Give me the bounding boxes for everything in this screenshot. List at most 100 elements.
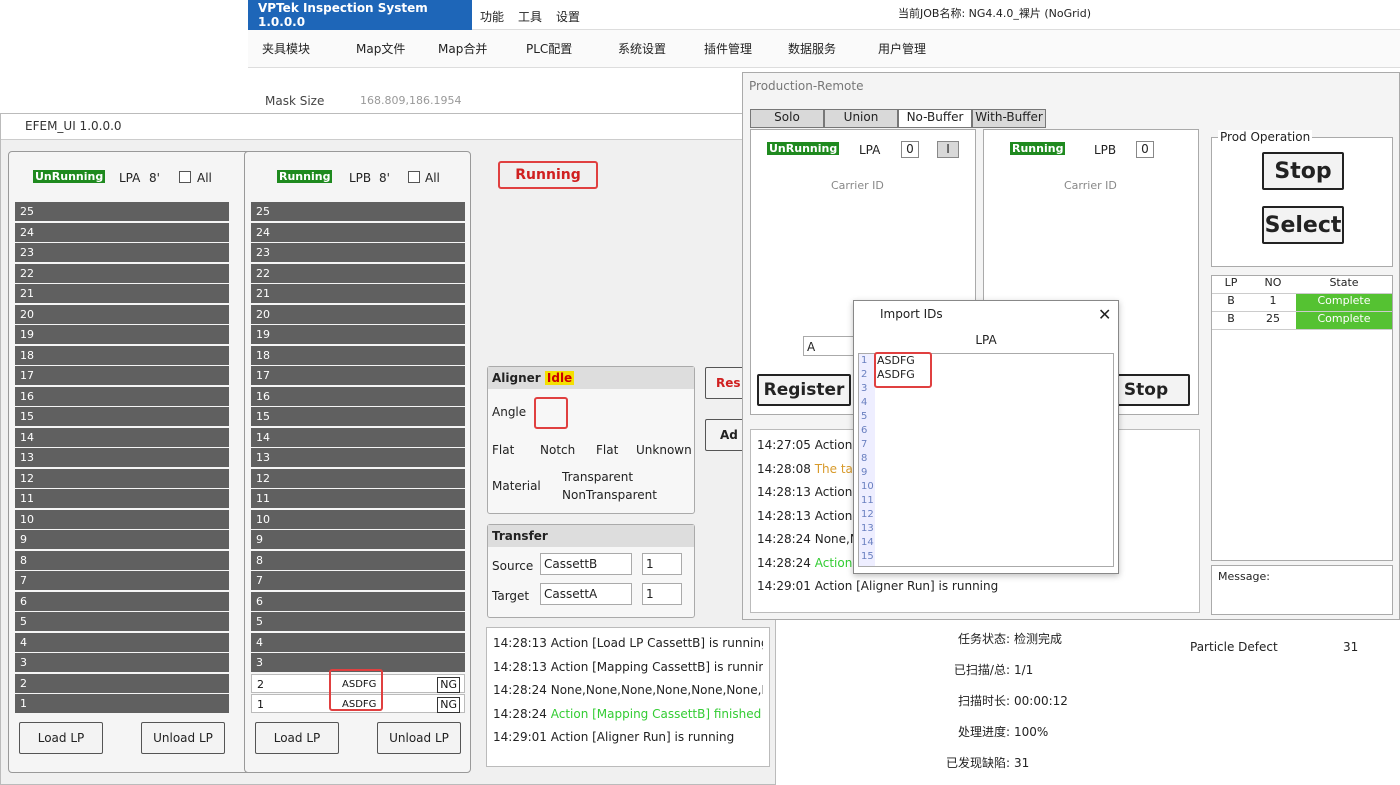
- slot-row[interactable]: 12: [251, 468, 465, 488]
- map-merge-button[interactable]: Map合并: [438, 40, 487, 57]
- map-file-button[interactable]: Map文件: [356, 40, 405, 57]
- tab-no-buffer[interactable]: No-Buffer: [898, 109, 972, 128]
- slot-row[interactable]: 18: [251, 345, 465, 365]
- menu-settings[interactable]: 设置: [556, 8, 580, 25]
- slot-row[interactable]: 11: [15, 489, 229, 508]
- tab-union[interactable]: Union: [824, 109, 898, 128]
- slot-row[interactable]: 8: [15, 550, 229, 570]
- slot-row[interactable]: 21: [15, 284, 229, 303]
- prod-lpa-flag[interactable]: I: [937, 141, 959, 158]
- slot-row[interactable]: 18: [15, 345, 229, 365]
- unknown-radio[interactable]: Unknown: [636, 443, 692, 457]
- slot-row[interactable]: 23: [251, 243, 465, 262]
- slot-row[interactable]: 6: [251, 591, 465, 611]
- slot-row[interactable]: 6: [15, 591, 229, 611]
- flat-radio[interactable]: Flat: [596, 443, 618, 457]
- log-entry: 14:28:24 Action [Mapping CassettB] finis…: [493, 707, 763, 721]
- slot-row[interactable]: 7: [251, 571, 465, 590]
- lpb-unload-button[interactable]: Unload LP: [377, 722, 461, 754]
- nontransparent-radio[interactable]: NonTransparent: [562, 488, 657, 502]
- slot-row[interactable]: 24: [251, 222, 465, 242]
- system-settings-button[interactable]: 系统设置: [618, 40, 666, 57]
- lpb-label: LPB: [349, 171, 372, 185]
- slot-row[interactable]: 21: [251, 284, 465, 303]
- transparent-radio[interactable]: Transparent: [562, 470, 633, 484]
- reset-button[interactable]: Res: [705, 367, 745, 399]
- source-select[interactable]: CassettB: [540, 553, 632, 575]
- add-button[interactable]: Ad: [705, 419, 745, 451]
- line-number: 8: [861, 453, 868, 464]
- target-select[interactable]: CassettA: [540, 583, 632, 605]
- select-button[interactable]: Select: [1262, 206, 1344, 244]
- slot-row[interactable]: 11: [251, 489, 465, 508]
- slot-row[interactable]: 2: [15, 673, 229, 693]
- slot-row[interactable]: 16: [15, 386, 229, 406]
- slot-row[interactable]: 3: [15, 653, 229, 672]
- slot-row[interactable]: 14: [251, 427, 465, 447]
- slot-row[interactable]: 17: [15, 366, 229, 385]
- slot-row[interactable]: 13: [15, 448, 229, 467]
- tab-with-buffer[interactable]: With-Buffer: [972, 109, 1046, 128]
- slot-row[interactable]: 22: [251, 263, 465, 283]
- slot-row[interactable]: 25: [251, 202, 465, 221]
- slot-row[interactable]: 9: [15, 530, 229, 549]
- lpb-load-button[interactable]: Load LP: [255, 722, 339, 754]
- slot-row[interactable]: 4: [251, 632, 465, 652]
- table-row[interactable]: B 25 Complete: [1212, 312, 1392, 330]
- source-slot-select[interactable]: 1: [642, 553, 682, 575]
- col-lp: LP: [1224, 276, 1238, 289]
- plc-config-button[interactable]: PLC配置: [526, 40, 572, 57]
- lpa-all-checkbox[interactable]: [179, 171, 191, 183]
- slot-row[interactable]: 20: [15, 304, 229, 324]
- prod-lpa-count: 0: [901, 141, 919, 158]
- menu-function[interactable]: 功能: [480, 8, 504, 25]
- slot-row[interactable]: 23: [15, 243, 229, 262]
- slot-row[interactable]: 25: [15, 202, 229, 221]
- user-mgmt-button[interactable]: 用户管理: [878, 40, 926, 57]
- slot-row[interactable]: 17: [251, 366, 465, 385]
- target-slot-select[interactable]: 1: [642, 583, 682, 605]
- slot-row[interactable]: 10: [251, 509, 465, 529]
- table-row[interactable]: B 1 Complete: [1212, 294, 1392, 312]
- slot-row[interactable]: 20: [251, 304, 465, 324]
- line-number: 9: [861, 467, 868, 478]
- plugin-button[interactable]: 插件管理: [704, 40, 752, 57]
- data-service-button[interactable]: 数据服务: [788, 40, 836, 57]
- slot-row[interactable]: 12: [15, 468, 229, 488]
- material-label: Material: [492, 479, 541, 493]
- slot-row[interactable]: 16: [251, 386, 465, 406]
- line-number: 4: [861, 397, 868, 408]
- slot-row[interactable]: 15: [251, 407, 465, 426]
- slot-row[interactable]: 13: [251, 448, 465, 467]
- stat-value: 检测完成: [1014, 632, 1063, 646]
- slot-row[interactable]: 22: [15, 263, 229, 283]
- lpb-all-checkbox[interactable]: [408, 171, 420, 183]
- lpa-unload-button[interactable]: Unload LP: [141, 722, 225, 754]
- close-icon[interactable]: ✕: [1098, 305, 1111, 324]
- slot-row[interactable]: 5: [251, 612, 465, 631]
- stop-button[interactable]: Stop: [1262, 152, 1344, 190]
- tab-solo[interactable]: Solo: [750, 109, 824, 128]
- angle-option-selected[interactable]: [534, 397, 568, 429]
- slot-row[interactable]: 8: [251, 550, 465, 570]
- slot-row[interactable]: 10: [15, 509, 229, 529]
- slot-row[interactable]: 4: [15, 632, 229, 652]
- slot-row[interactable]: 14: [15, 427, 229, 447]
- slot-row[interactable]: 9: [251, 530, 465, 549]
- log-entry: 14:28:13 Action [Load LP CassettB] is ru…: [493, 636, 763, 650]
- fixture-button[interactable]: 夹具模块: [262, 40, 310, 57]
- slot-row[interactable]: 19: [251, 325, 465, 344]
- slot-row[interactable]: 15: [15, 407, 229, 426]
- lpa-load-button[interactable]: Load LP: [19, 722, 103, 754]
- slot-row[interactable]: 7: [15, 571, 229, 590]
- log-time: 14:28:24: [757, 532, 815, 546]
- slot-row[interactable]: 24: [15, 222, 229, 242]
- notch-radio[interactable]: Notch: [540, 443, 575, 457]
- slot-row[interactable]: 19: [15, 325, 229, 344]
- prod-tabs: Solo Union No-Buffer With-Buffer: [750, 109, 1046, 128]
- menu-tools[interactable]: 工具: [518, 8, 542, 25]
- slot-row[interactable]: 1: [15, 694, 229, 713]
- slot-row[interactable]: 5: [15, 612, 229, 631]
- register-button[interactable]: Register: [757, 374, 851, 406]
- id-text-area[interactable]: 1 2 3 4 5 6 7 8 9 10 11 12 13 14 15 ASDFG ASDFG: [858, 352, 1114, 567]
